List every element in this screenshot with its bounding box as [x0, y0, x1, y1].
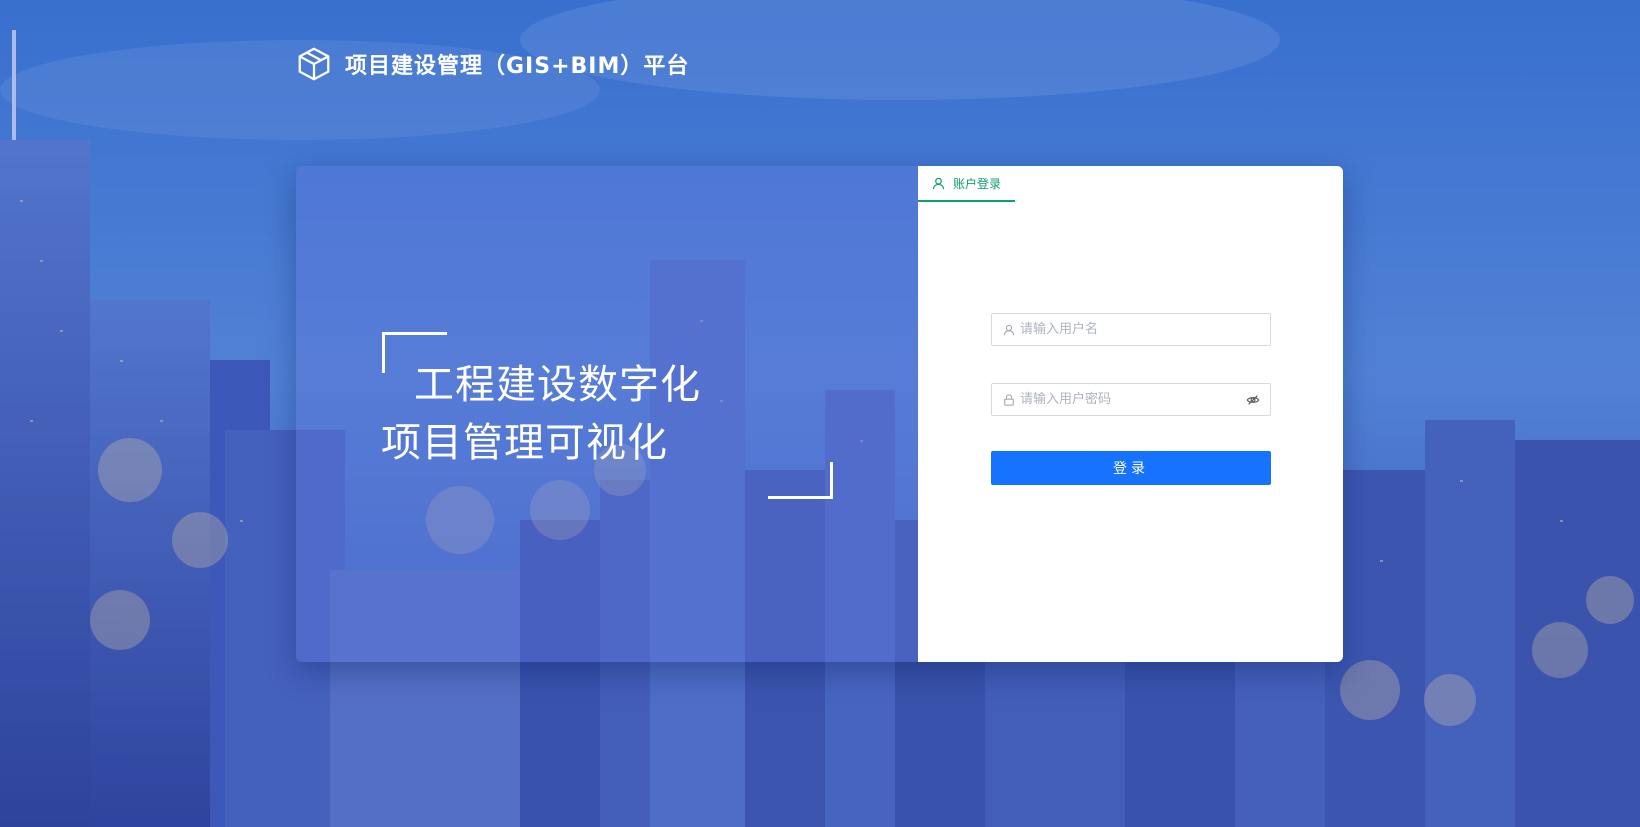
hero-slogan-line2: 项目管理可视化 [381, 420, 668, 466]
hero-slogan-line1: 工程建设数字化 [414, 362, 701, 408]
app-title: 项目建设管理（GIS+BIM）平台 [345, 54, 690, 79]
username-input[interactable] [1020, 315, 1270, 344]
username-field [991, 313, 1271, 346]
app-header: 项目建设管理（GIS+BIM）平台 [295, 44, 689, 84]
password-input[interactable] [1020, 385, 1246, 414]
tab-account-login[interactable]: 账户登录 [918, 166, 1015, 202]
login-card: 工程建设数字化 项目管理可视化 账户登录 请输入用户名 登录 [296, 166, 1343, 662]
corner-bracket-bottom-right [768, 462, 833, 499]
cube-icon [298, 47, 330, 81]
tab-account-login-label: 账户登录 [953, 176, 1002, 191]
user-icon [932, 177, 945, 189]
lock-icon [1004, 393, 1014, 406]
login-form-panel: 账户登录 请输入用户名 登录 [918, 166, 1343, 662]
eye-slash-icon[interactable] [1246, 393, 1260, 407]
hero-panel: 工程建设数字化 项目管理可视化 [296, 166, 918, 662]
password-field [991, 383, 1271, 416]
login-button[interactable]: 登录 [991, 451, 1271, 485]
user-icon [1003, 324, 1015, 335]
